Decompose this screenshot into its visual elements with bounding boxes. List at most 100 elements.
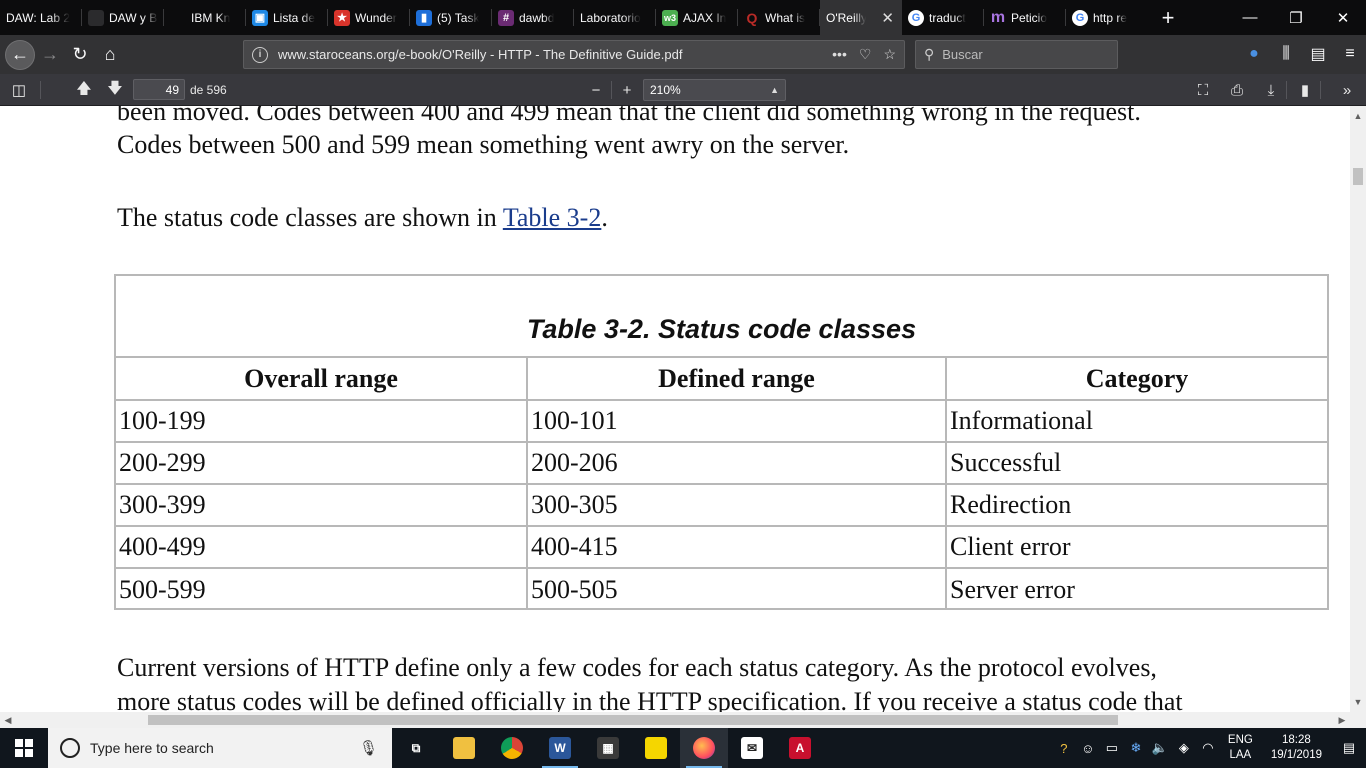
zoom-out-button[interactable]: −	[582, 78, 610, 102]
system-tray: ? ☺ ▭ ❄ 🔈 ◈ ◠ ENG LAA 18:28 19/1/2019 ▤	[1052, 728, 1366, 768]
language-indicator[interactable]: ENG LAA	[1228, 733, 1253, 763]
tab[interactable]: ★ Wunder	[328, 0, 410, 35]
horizontal-scrollbar[interactable]: ◀ ▶	[0, 712, 1366, 728]
print-button[interactable]: ⎙	[1223, 78, 1251, 102]
start-button[interactable]	[0, 728, 48, 768]
document-icon	[88, 9, 104, 26]
clock[interactable]: 18:28 19/1/2019	[1271, 733, 1322, 763]
tab[interactable]: IBM Kn	[164, 0, 246, 35]
google-icon: G	[908, 9, 924, 26]
scroll-left-icon[interactable]: ◀	[0, 712, 16, 728]
more-actions-icon[interactable]: •••	[832, 46, 847, 63]
sidebar-toggle-icon: ◫	[11, 82, 27, 99]
zoom-select[interactable]: 210% ▲	[643, 79, 786, 101]
tab[interactable]: ▣ Lista de	[246, 0, 328, 35]
tab[interactable]: Gtraduct	[902, 0, 984, 35]
taskbar-acrobat[interactable]: A	[776, 728, 824, 768]
star-icon: ★	[334, 9, 350, 26]
taskbar-word[interactable]: W	[536, 728, 584, 768]
pdf-toolbar: ◫ 🡅 🡇 de 596 − + 210% ▲ ⛶ ⎙ ⤓ ▮ »	[0, 74, 1366, 106]
url-bar[interactable]: i www.staroceans.org/e-book/O'Reilly - H…	[243, 40, 905, 69]
next-page-button[interactable]: 🡇	[101, 78, 129, 102]
tab-label: Lista de	[273, 10, 316, 25]
close-tab-icon[interactable]: ✕	[881, 9, 894, 27]
tab-label: What is	[765, 10, 806, 25]
taskbar-file-explorer[interactable]	[440, 728, 488, 768]
reload-button[interactable]: ↻	[65, 40, 95, 70]
scroll-up-icon[interactable]: ▲	[1350, 108, 1366, 124]
chrome-icon	[501, 737, 523, 759]
tab-active[interactable]: O'Reilly ✕	[820, 0, 902, 35]
info-icon[interactable]: i	[252, 46, 268, 63]
previous-page-button[interactable]: 🡅	[70, 78, 98, 102]
minus-icon: −	[591, 81, 601, 99]
tab[interactable]: Laboratorio	[574, 0, 656, 35]
taskbar-search-box[interactable]: Type here to search 🎙	[48, 728, 392, 768]
battery-icon[interactable]: ▭	[1100, 740, 1124, 756]
scroll-down-icon[interactable]: ▼	[1350, 694, 1366, 710]
tab[interactable]: m Peticio	[984, 0, 1066, 35]
scrollbar-thumb[interactable]	[1353, 168, 1363, 185]
table-row: 100-199 100-101 Informational	[116, 399, 1327, 443]
minimize-button[interactable]: —	[1227, 0, 1273, 35]
table-link[interactable]: Table 3-2	[503, 203, 602, 232]
fullscreen-icon: ⛶	[1197, 81, 1209, 99]
language-code: ENG	[1227, 734, 1253, 746]
column-header: Defined range	[526, 358, 947, 401]
tab-label: http re	[1093, 10, 1128, 25]
new-tab-button[interactable]: +	[1148, 0, 1188, 35]
zoom-in-button[interactable]: +	[613, 78, 641, 102]
taskbar-sticky-notes[interactable]	[632, 728, 680, 768]
toggle-sidebar-button[interactable]: ◫	[5, 78, 33, 102]
table-cell: 300-305	[526, 483, 947, 527]
snowflake-icon[interactable]: ❄	[1124, 740, 1148, 756]
paragraph-line: been moved. Codes between 400 and 499 me…	[117, 106, 1141, 126]
tab-label: DAW: Lab 2	[6, 10, 71, 25]
tab-label: AJAX In	[683, 10, 727, 25]
people-icon[interactable]: ☺	[1076, 741, 1100, 756]
presentation-mode-button[interactable]: ⛶	[1189, 78, 1217, 102]
ibm-icon	[170, 9, 186, 26]
taskbar-calculator[interactable]: ▦	[584, 728, 632, 768]
paragraph-line: The status code classes are shown in Tab…	[117, 203, 608, 233]
notifications-icon[interactable]: ▤	[1332, 740, 1366, 756]
scrollbar-thumb[interactable]	[148, 715, 1118, 725]
word-icon: W	[549, 737, 571, 759]
taskbar-mail[interactable]: ✉	[728, 728, 776, 768]
volume-icon[interactable]: 🔈	[1148, 740, 1172, 756]
wifi-icon[interactable]: ◠	[1196, 740, 1220, 756]
tools-button[interactable]: »	[1333, 78, 1361, 102]
back-button[interactable]: ←	[5, 39, 35, 70]
taskbar-chrome[interactable]	[488, 728, 536, 768]
network-icon[interactable]: ◈	[1172, 740, 1196, 756]
search-bar[interactable]: ⚲ Buscar	[915, 40, 1118, 69]
tab[interactable]: Q What is	[738, 0, 820, 35]
menu-icon[interactable]: ≡	[1334, 39, 1366, 69]
forward-button[interactable]: →	[35, 40, 65, 70]
vertical-scrollbar[interactable]: ▲ ▼	[1350, 106, 1366, 712]
extension-icon[interactable]: ●	[1238, 39, 1270, 69]
help-icon[interactable]: ?	[1052, 741, 1076, 756]
tab-strip: DAW: Lab 2 DAW y BD IBM Kn ▣ Lista de ★ Wu…	[0, 0, 1366, 35]
bookmark-button[interactable]: ▮	[1291, 78, 1319, 102]
tab[interactable]: ▮ (5) Task	[410, 0, 492, 35]
tab[interactable]: DAW: Lab 2	[0, 0, 82, 35]
microphone-icon[interactable]: 🎙	[359, 739, 378, 757]
scroll-right-icon[interactable]: ▶	[1334, 712, 1350, 728]
download-button[interactable]: ⤓	[1257, 78, 1285, 102]
restore-button[interactable]: ❐	[1273, 0, 1319, 35]
taskbar-firefox[interactable]	[680, 728, 728, 768]
close-window-button[interactable]: ✕	[1320, 0, 1366, 35]
tab[interactable]: # dawbd	[492, 0, 574, 35]
home-button[interactable]: ⌂	[95, 40, 125, 70]
task-view-button[interactable]: ⧉	[392, 728, 440, 768]
bookmark-star-icon[interactable]: ☆	[883, 46, 896, 63]
tab[interactable]: DAW y BD	[82, 0, 164, 35]
page-number-input[interactable]	[133, 79, 185, 100]
url-text[interactable]: www.staroceans.org/e-book/O'Reilly - HTT…	[278, 47, 832, 62]
tab[interactable]: w3 AJAX In	[656, 0, 738, 35]
tab[interactable]: Ghttp re	[1066, 0, 1148, 35]
sidebar-icon[interactable]: ▤	[1302, 39, 1334, 69]
pocket-icon[interactable]: ♡	[859, 46, 872, 63]
library-icon[interactable]: ⫼	[1270, 39, 1302, 69]
